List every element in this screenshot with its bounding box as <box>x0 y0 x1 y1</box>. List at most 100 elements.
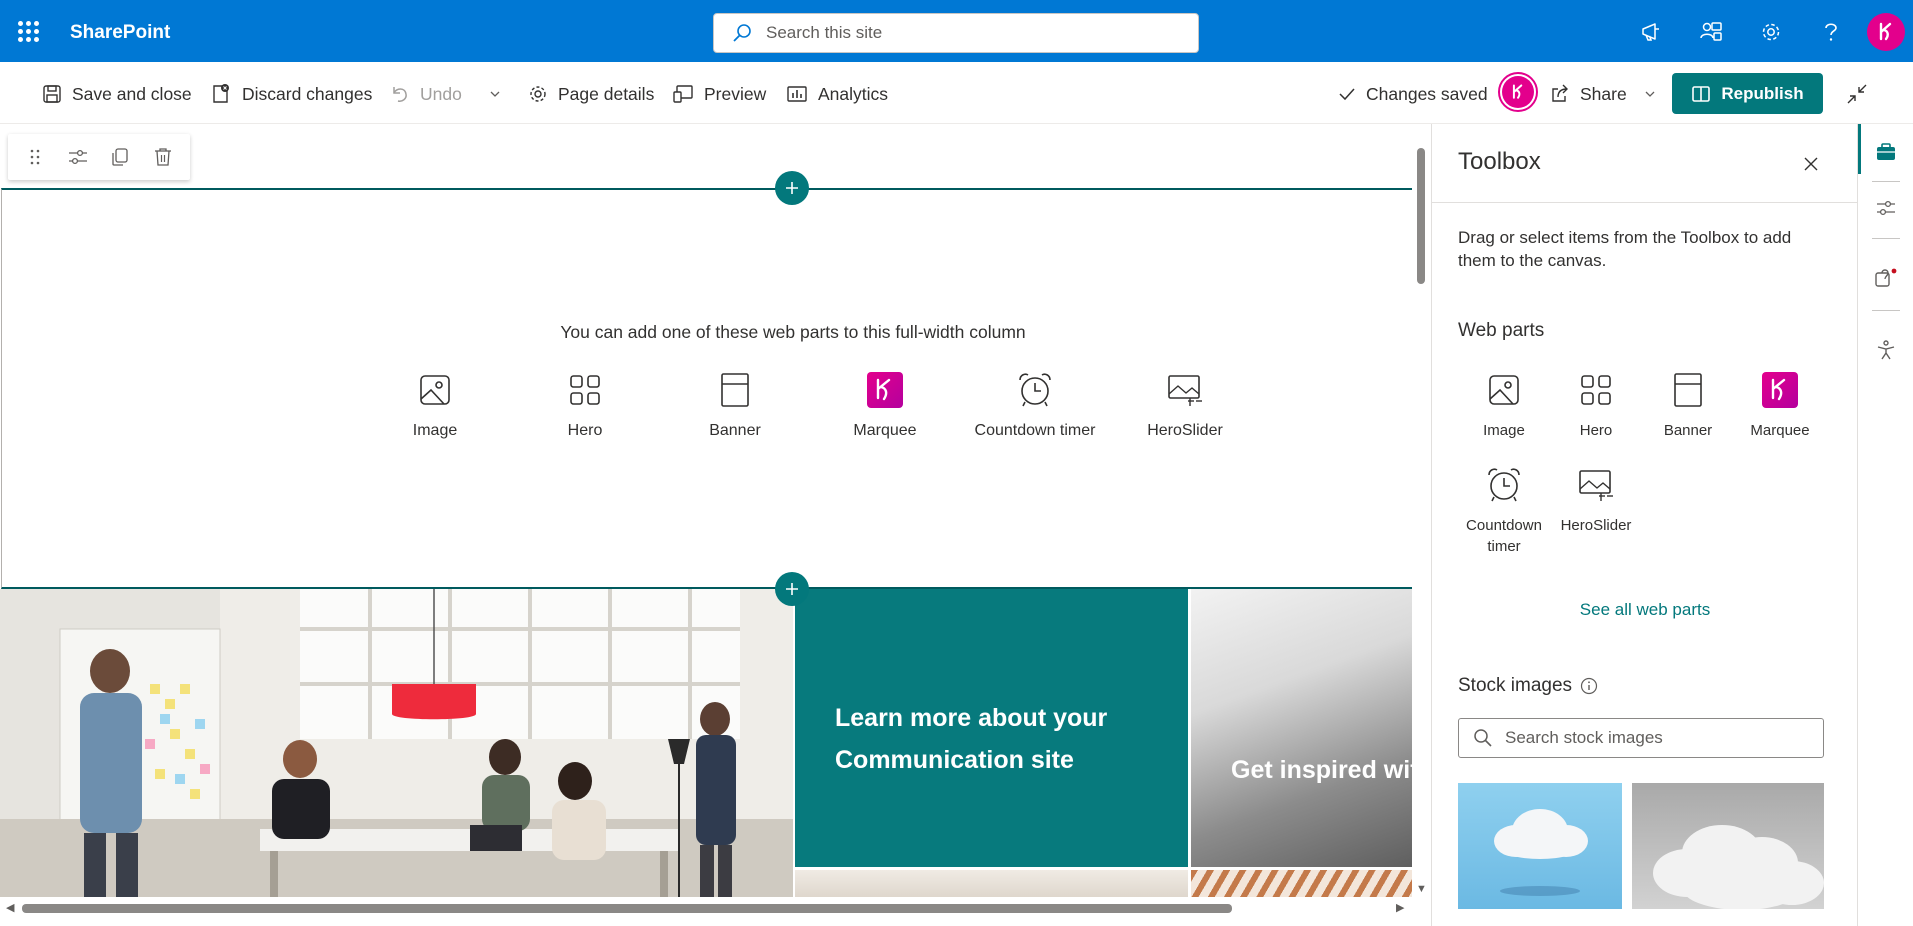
webpart-heroslider[interactable]: HeroSlider <box>1110 370 1260 440</box>
toolbox-item-label: Banner <box>1663 422 1713 439</box>
gear-icon[interactable] <box>1741 10 1801 54</box>
account-avatar[interactable] <box>1867 13 1905 51</box>
suite-bar: SharePoint Search this site <box>0 0 1913 62</box>
active-indicator <box>1858 124 1861 174</box>
coauthor-avatar[interactable] <box>1498 72 1538 112</box>
properties-icon[interactable] <box>1870 192 1902 224</box>
toolbox-item-banner[interactable]: Banner <box>1642 370 1734 441</box>
book-icon <box>1692 85 1711 102</box>
app-launcher-icon[interactable] <box>8 11 48 51</box>
share-label: Share <box>1580 83 1627 104</box>
stock-images-search-input[interactable]: Search stock images <box>1458 718 1824 758</box>
add-section-button[interactable] <box>775 171 809 205</box>
toolbox-item-marquee[interactable]: Marquee <box>1734 370 1826 441</box>
hero-tile-title: Get inspired with SharePoint look <box>1231 756 1412 784</box>
drag-handle-icon[interactable] <box>17 139 53 175</box>
people-icon[interactable] <box>1681 10 1741 54</box>
webpart-hero[interactable]: Hero <box>510 370 660 440</box>
collapse-button[interactable] <box>1846 76 1868 112</box>
accessibility-icon[interactable] <box>1870 334 1902 366</box>
save-and-close-label: Save and close <box>72 83 192 104</box>
analytics-button[interactable]: Analytics <box>786 76 888 112</box>
hero-photo-meeting[interactable] <box>0 589 793 904</box>
design-ideas-icon[interactable] <box>1870 262 1902 294</box>
toolbox-item-countdown-timer[interactable]: Countdown timer <box>1458 465 1550 557</box>
checkmark-icon <box>1339 88 1355 101</box>
marquee-icon <box>1760 370 1800 410</box>
toolbox-description: Drag or select items from the Toolbox to… <box>1458 228 1792 270</box>
site-search-input[interactable]: Search this site <box>713 13 1199 53</box>
page-details-button[interactable]: Page details <box>528 76 654 112</box>
preview-label: Preview <box>704 83 767 104</box>
save-icon <box>43 85 61 103</box>
section-toolbar <box>8 134 190 180</box>
hero-tile-inspired[interactable]: Get inspired with SharePoint look <box>1191 589 1412 867</box>
info-icon[interactable] <box>1580 677 1598 695</box>
alarm-clock-icon <box>1015 370 1055 410</box>
close-icon[interactable] <box>1797 150 1825 178</box>
stock-images-heading: Stock images <box>1458 675 1598 697</box>
hero-tile-title: Learn more about your Communication site <box>835 704 1108 774</box>
stock-image-cloud-grey[interactable] <box>1632 783 1824 909</box>
add-section-button[interactable] <box>775 572 809 606</box>
webpart-image[interactable]: Image <box>360 370 510 440</box>
toolbox-webparts-grid: Image Hero Banner Marquee Countdown time… <box>1458 370 1828 557</box>
preview-button[interactable]: Preview <box>672 76 766 112</box>
republish-button[interactable]: Republish <box>1672 73 1823 114</box>
discard-changes-button[interactable]: Discard changes <box>210 76 372 112</box>
toolbox-panel: Toolbox Drag or select items from the To… <box>1431 124 1857 926</box>
delete-icon[interactable] <box>145 139 181 175</box>
webpart-label: HeroSlider <box>1147 422 1223 439</box>
toolbox-item-label: HeroSlider <box>1560 517 1632 534</box>
undo-label: Undo <box>420 83 462 104</box>
toolbox-item-image[interactable]: Image <box>1458 370 1550 441</box>
banner-icon <box>1668 370 1708 410</box>
collapse-icon <box>1847 84 1867 104</box>
toolbox-icon[interactable] <box>1870 136 1902 168</box>
toolbox-item-heroslider[interactable]: HeroSlider <box>1550 465 1642 557</box>
webpart-label: Banner <box>709 422 761 439</box>
vertical-scroll-thumb[interactable] <box>1417 148 1425 284</box>
webpart-countdown-timer[interactable]: Countdown timer <box>960 370 1110 440</box>
vertical-scrollbar[interactable]: ▼ <box>1412 124 1430 897</box>
slider-icon <box>1165 370 1205 410</box>
hero-tile-communication[interactable]: Learn more about your Communication site <box>795 589 1188 867</box>
webpart-label: Countdown timer <box>974 422 1096 439</box>
toolbox-item-hero[interactable]: Hero <box>1550 370 1642 441</box>
scroll-down-arrow-icon[interactable]: ▼ <box>1416 883 1427 895</box>
discard-icon <box>213 84 229 103</box>
edit-section-icon[interactable] <box>60 139 96 175</box>
save-and-close-button[interactable]: Save and close <box>42 76 192 112</box>
analytics-label: Analytics <box>818 83 889 104</box>
webpart-label: Image <box>412 422 458 439</box>
divider <box>1432 202 1857 203</box>
duplicate-icon[interactable] <box>102 139 138 175</box>
webpart-marquee[interactable]: Marquee <box>810 370 960 440</box>
scroll-right-arrow-icon[interactable]: ▶ <box>1396 901 1404 914</box>
save-status: Changes saved <box>1338 76 1488 112</box>
chevron-down-icon <box>490 91 500 97</box>
megaphone-icon[interactable] <box>1621 10 1681 54</box>
search-icon <box>1474 729 1492 747</box>
preview-icon <box>673 85 693 103</box>
page-canvas: You can add one of these web parts to th… <box>0 124 1430 904</box>
app-name[interactable]: SharePoint <box>70 22 170 44</box>
scroll-left-arrow-icon[interactable]: ◀ <box>6 901 14 914</box>
undo-button[interactable]: Undo <box>390 76 462 112</box>
republish-label: Republish <box>1721 83 1804 103</box>
horizontal-scroll-thumb[interactable] <box>22 904 1232 913</box>
divider <box>1872 310 1900 311</box>
gear-icon <box>530 86 546 102</box>
webpart-banner[interactable]: Banner <box>660 370 810 440</box>
horizontal-scrollbar[interactable]: ◀ ▶ <box>0 897 1412 919</box>
hero-webpart[interactable]: Learn more about your Communication site… <box>0 589 1412 904</box>
help-icon[interactable] <box>1801 10 1861 54</box>
undo-dropdown-button[interactable] <box>488 76 502 112</box>
toolbox-item-label: Image <box>1483 422 1525 439</box>
share-button[interactable]: Share <box>1550 76 1657 112</box>
stock-images-label: Stock images <box>1458 675 1573 696</box>
stock-image-cloud-blue[interactable] <box>1458 783 1622 909</box>
webparts-heading: Web parts <box>1458 320 1545 341</box>
column-prompt: You can add one of these web parts to th… <box>560 322 1026 342</box>
see-all-webparts-link[interactable]: See all web parts <box>1432 600 1857 620</box>
